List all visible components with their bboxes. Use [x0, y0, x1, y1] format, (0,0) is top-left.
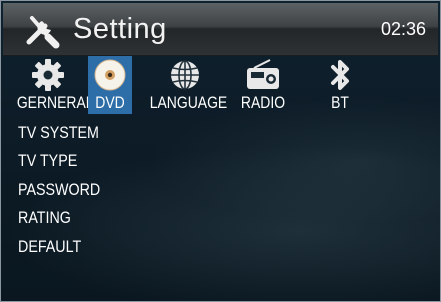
menu-item-tv-type[interactable]: TV TYPE — [18, 151, 77, 171]
menu-item-password[interactable]: PASSWORD — [18, 180, 100, 200]
tab-general[interactable]: GERNERAL — [10, 56, 94, 114]
tab-radio[interactable]: RADIO — [232, 56, 294, 114]
tab-label: BT — [331, 93, 349, 112]
tools-icon — [26, 16, 60, 49]
menu-item-default[interactable]: DEFAULT — [18, 237, 81, 257]
menu-item-rating[interactable]: RATING — [18, 208, 71, 228]
page-title: Setting — [73, 13, 167, 45]
gear-icon — [32, 59, 64, 91]
tab-dvd[interactable]: DVD — [88, 56, 132, 114]
tab-bt[interactable]: BT — [318, 56, 362, 114]
globe-icon — [171, 60, 199, 90]
bluetooth-icon — [331, 60, 349, 90]
radio-icon — [247, 59, 279, 89]
tab-label: GERNERAL — [16, 93, 94, 112]
tab-label: LANGUAGE — [149, 93, 228, 112]
disc-icon — [94, 59, 126, 91]
tab-language[interactable]: LANGUAGE — [142, 56, 228, 114]
menu-item-tv-system[interactable]: TV SYSTEM — [18, 123, 99, 143]
tab-label: DVD — [95, 93, 125, 112]
tab-label: RADIO — [240, 93, 286, 112]
clock: 02:36 — [380, 19, 426, 39]
title-bar: Setting 02:36 — [3, 3, 438, 56]
